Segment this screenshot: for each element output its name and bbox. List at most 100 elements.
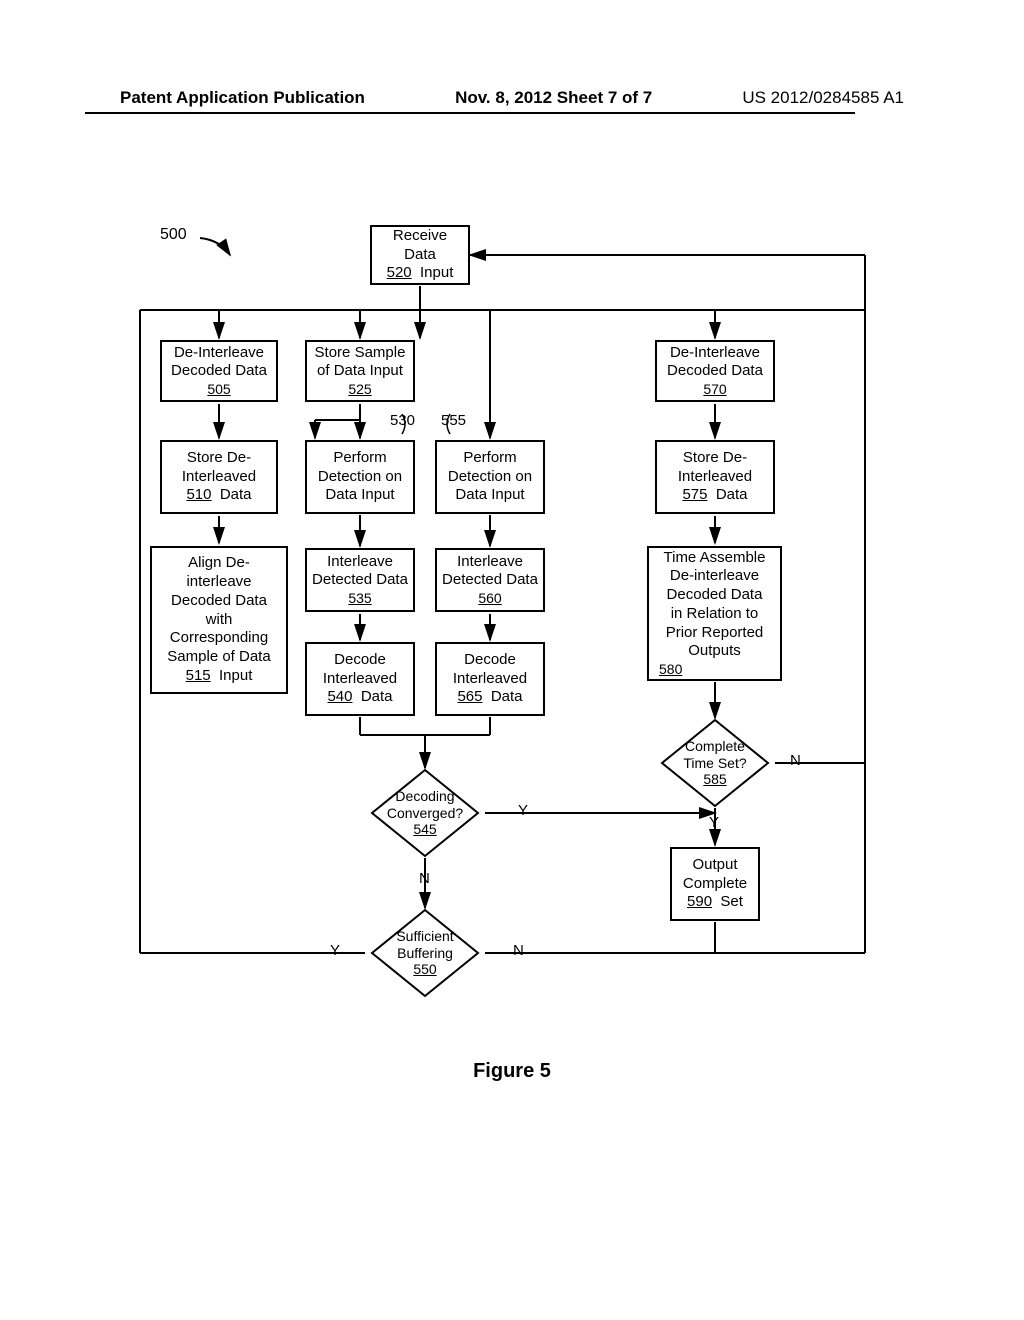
- box-565-ref: 565: [457, 688, 482, 705]
- box-580: Time Assemble De-interleave Decoded Data…: [647, 546, 782, 681]
- box-555-l3: Data Input: [455, 486, 524, 505]
- d585-l2: Time Set?: [683, 755, 746, 772]
- box-555-l2: Detection on: [448, 468, 532, 487]
- box-515-l5: Corresponding: [170, 629, 268, 648]
- d585-ref: 585: [703, 771, 726, 787]
- box-535-ref: 535: [348, 590, 371, 608]
- d545-y: Y: [518, 802, 528, 819]
- box-575-l1: Store De-: [683, 449, 747, 468]
- box-575: Store De- Interleaved 575 Data: [655, 440, 775, 514]
- box-505-l2: Decoded Data: [171, 362, 267, 381]
- box-520-line1: Receive Data: [376, 227, 464, 265]
- box-590-l2: Complete: [683, 875, 747, 894]
- ref-500: 500: [160, 226, 187, 244]
- d550-l2: Buffering: [396, 945, 453, 962]
- figure-5: 500 Receive Data 520 Input De-Interleave…: [130, 220, 880, 1030]
- box-580-l5: Prior Reported: [666, 624, 764, 643]
- box-580-l1: Time Assemble: [664, 549, 766, 568]
- box-535: Interleave Detected Data 535: [305, 548, 415, 612]
- box-530: Perform Detection on Data Input: [305, 440, 415, 514]
- box-515-l2: interleave: [186, 573, 251, 592]
- box-505-l1: De-Interleave: [174, 344, 264, 363]
- box-540-l2: Interleaved: [323, 670, 397, 689]
- box-565-l3: Data: [491, 688, 523, 705]
- d585-l1: Complete: [683, 738, 746, 755]
- box-510-l3: Data: [220, 486, 252, 503]
- d550-l1: Sufficient: [396, 928, 453, 945]
- box-535-l2: Detected Data: [312, 571, 408, 590]
- box-570: De-Interleave Decoded Data 570: [655, 340, 775, 402]
- box-580-ref: 580: [659, 661, 682, 679]
- box-510-ref: 510: [186, 486, 211, 503]
- box-530-l2: Detection on: [318, 468, 402, 487]
- box-525-l2: of Data Input: [317, 362, 403, 381]
- box-590-l3: Set: [720, 893, 743, 910]
- box-505: De-Interleave Decoded Data 505: [160, 340, 278, 402]
- box-530-l1: Perform: [333, 449, 386, 468]
- box-590-l1: Output: [692, 856, 737, 875]
- header-rule: [85, 112, 855, 114]
- diamond-545: Decoding Converged? 545: [370, 768, 480, 858]
- d550-y: Y: [330, 942, 340, 959]
- box-510-l2: Interleaved: [182, 468, 256, 487]
- box-530-l3: Data Input: [325, 486, 394, 505]
- box-565-l1: Decode: [464, 651, 516, 670]
- header-pubno: US 2012/0284585 A1: [742, 88, 904, 108]
- ref-555-callout: 555: [441, 412, 466, 429]
- box-560-l1: Interleave: [457, 553, 523, 572]
- figure-caption: Figure 5: [0, 1060, 1024, 1083]
- box-580-l3: Decoded Data: [667, 586, 763, 605]
- box-510: Store De- Interleaved 510 Data: [160, 440, 278, 514]
- box-570-l1: De-Interleave: [670, 344, 760, 363]
- box-555: Perform Detection on Data Input: [435, 440, 545, 514]
- box-565: Decode Interleaved 565 Data: [435, 642, 545, 716]
- box-505-ref: 505: [207, 381, 230, 399]
- box-540-l3: Data: [361, 688, 393, 705]
- box-580-l4: in Relation to: [671, 605, 759, 624]
- d585-n: N: [790, 752, 801, 769]
- box-590: Output Complete 590 Set: [670, 847, 760, 921]
- d550-n: N: [513, 942, 524, 959]
- box-575-l2: Interleaved: [678, 468, 752, 487]
- box-540-l1: Decode: [334, 651, 386, 670]
- d545-ref: 545: [413, 821, 436, 837]
- box-580-l6: Outputs: [688, 642, 741, 661]
- box-receive-data-input: Receive Data 520 Input: [370, 225, 470, 285]
- d585-y: Y: [709, 814, 719, 831]
- box-515-l7: Input: [219, 667, 252, 684]
- d545-n: N: [419, 870, 430, 887]
- box-515-ref: 515: [186, 667, 211, 684]
- box-520-line2: Input: [420, 264, 453, 281]
- box-525: Store Sample of Data Input 525: [305, 340, 415, 402]
- box-515-l3: Decoded Data: [171, 592, 267, 611]
- box-575-ref: 575: [682, 486, 707, 503]
- box-580-l2: De-interleave: [670, 567, 759, 586]
- box-525-ref: 525: [348, 381, 371, 399]
- box-535-l1: Interleave: [327, 553, 393, 572]
- box-560: Interleave Detected Data 560: [435, 548, 545, 612]
- box-560-l2: Detected Data: [442, 571, 538, 590]
- box-555-l1: Perform: [463, 449, 516, 468]
- d550-ref: 550: [413, 961, 436, 977]
- d545-l1: Decoding: [387, 788, 463, 805]
- box-570-ref: 570: [703, 381, 726, 399]
- box-540-ref: 540: [327, 688, 352, 705]
- box-590-ref: 590: [687, 893, 712, 910]
- box-565-l2: Interleaved: [453, 670, 527, 689]
- box-515-l1: Align De-: [188, 554, 250, 573]
- box-575-l3: Data: [716, 486, 748, 503]
- box-515: Align De- interleave Decoded Data with C…: [150, 546, 288, 694]
- diamond-550: Sufficient Buffering 550: [370, 908, 480, 998]
- box-520-ref: 520: [387, 264, 412, 281]
- diamond-585: Complete Time Set? 585: [660, 718, 770, 808]
- box-510-l1: Store De-: [187, 449, 251, 468]
- d545-l2: Converged?: [387, 805, 463, 822]
- header-publication: Patent Application Publication: [120, 88, 365, 108]
- box-515-l4: with: [206, 611, 233, 630]
- box-570-l2: Decoded Data: [667, 362, 763, 381]
- header-date-sheet: Nov. 8, 2012 Sheet 7 of 7: [455, 88, 652, 108]
- box-525-l1: Store Sample: [315, 344, 406, 363]
- box-560-ref: 560: [478, 590, 501, 608]
- ref-530-callout: 530: [390, 412, 415, 429]
- box-515-l6: Sample of Data: [167, 648, 270, 667]
